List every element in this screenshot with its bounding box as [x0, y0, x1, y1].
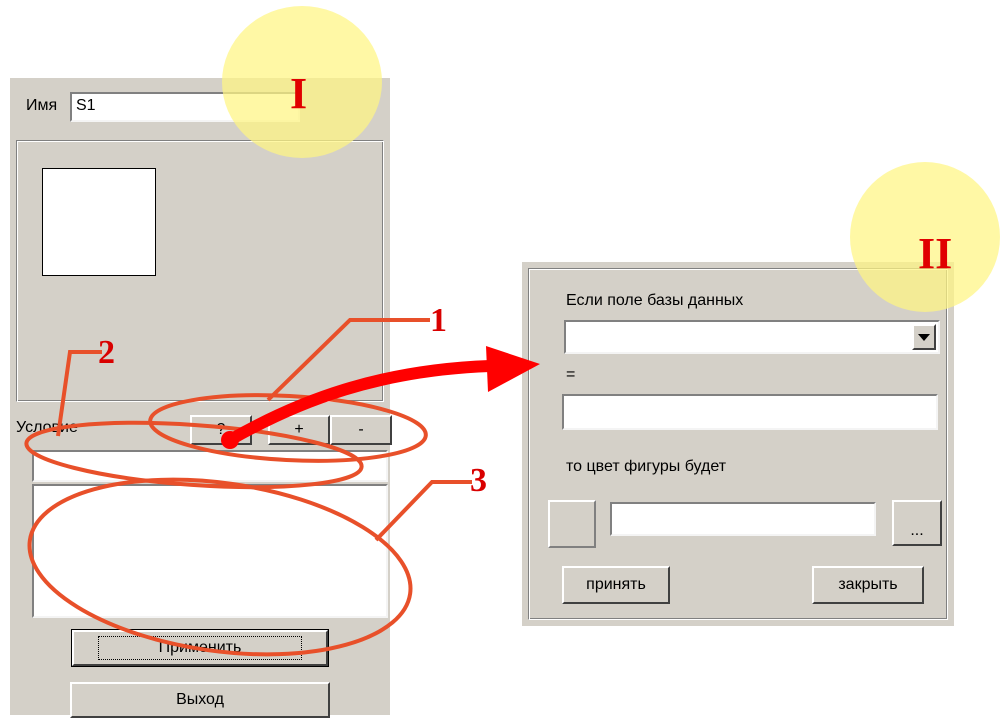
callout-1-label: 1 — [430, 302, 447, 339]
list-annotation-ellipse — [27, 477, 413, 657]
input-annotation-ellipse — [24, 420, 364, 490]
link-arrow-origin — [221, 431, 239, 449]
annotation-overlay — [24, 318, 540, 657]
callout-3-leader — [374, 480, 472, 542]
buttons-annotation-ellipse — [148, 393, 428, 463]
link-arrowhead — [486, 346, 540, 392]
callout-3-label: 3 — [470, 462, 487, 499]
callout-2-label: 2 — [98, 334, 115, 371]
